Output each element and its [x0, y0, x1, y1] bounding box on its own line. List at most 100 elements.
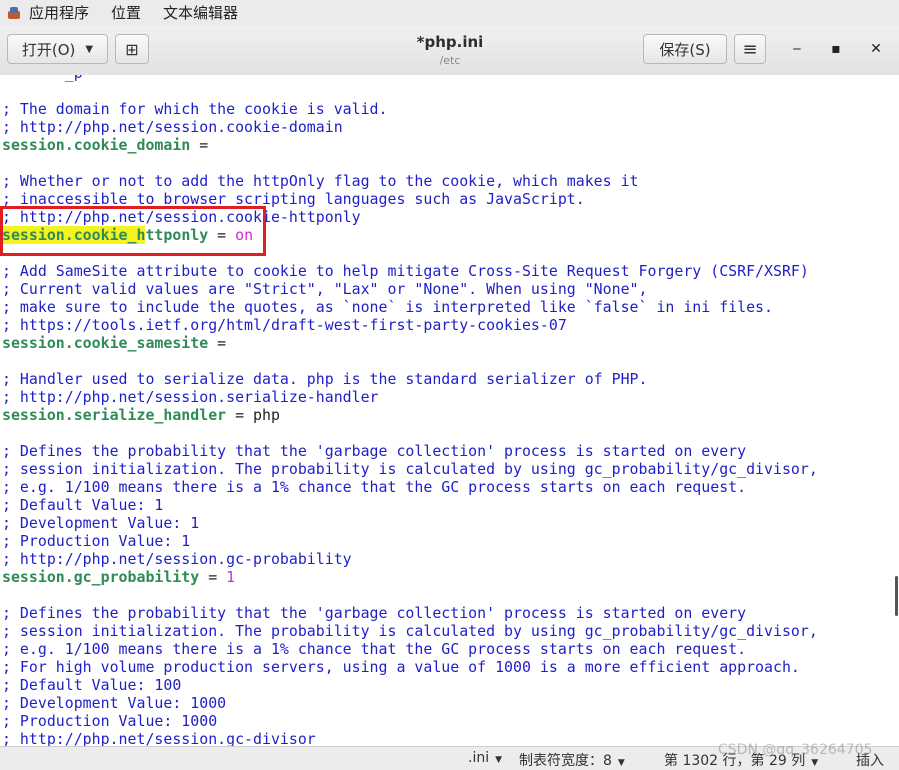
chevron-down-icon: ▼ [85, 43, 94, 55]
code-line: ; http://php.net/session.gc-probability [2, 550, 818, 568]
code-line: ; Production Value: 1000 [2, 712, 818, 730]
chevron-down-icon: ▼ [495, 755, 503, 765]
setting-equals: = [190, 136, 209, 154]
code-line: session.cookie_samesite = [2, 334, 818, 352]
text-editor-area[interactable]: _p ; The domain for which the cookie is … [0, 75, 899, 746]
save-button-label: 保存(S) [659, 40, 711, 59]
code-comment: ; http://php.net/session.serialize-handl… [2, 388, 379, 406]
code-content[interactable]: _p ; The domain for which the cookie is … [2, 75, 818, 746]
setting-key: session.gc_probability [2, 568, 200, 586]
code-line: ; Handler used to serialize data. php is… [2, 370, 818, 388]
code-line: ; For high volume production servers, us… [2, 658, 818, 676]
code-comment: ; Default Value: 100 [2, 676, 182, 694]
code-comment: ; session initialization. The probabilit… [2, 460, 818, 478]
menu-text-editor[interactable]: 文本编辑器 [163, 2, 238, 23]
code-comment: ; e.g. 1/100 means there is a 1% chance … [2, 478, 747, 496]
code-comment: ; Whether or not to add the httpOnly fla… [2, 172, 639, 190]
applications-icon[interactable] [7, 6, 21, 20]
code-line: ; http://php.net/session.gc-divisor [2, 730, 818, 746]
scrollbar[interactable] [895, 576, 898, 616]
setting-equals: = [208, 334, 227, 352]
code-comment: ; http://php.net/session.cookie-domain [2, 118, 343, 136]
hamburger-icon: ≡ [742, 38, 758, 60]
setting-equals: = [226, 406, 254, 424]
window-title-area: *php.ini /etc [300, 33, 600, 67]
code-comment: ; Default Value: 1 [2, 496, 164, 514]
code-comment: ; Add SameSite attribute to cookie to he… [2, 262, 809, 280]
close-icon[interactable]: ✕ [866, 39, 886, 59]
language-selector[interactable]: .ini ▼ [468, 750, 502, 766]
code-comment: ; Defines the probability that the 'garb… [2, 442, 747, 460]
code-comment: ; make sure to include the quotes, as `n… [2, 298, 773, 316]
chevron-down-icon: ▼ [811, 758, 819, 768]
code-comment: ; session initialization. The probabilit… [2, 622, 818, 640]
tab-width-selector[interactable]: 制表符宽度：8 ▼ [519, 750, 625, 770]
code-line: ; Development Value: 1 [2, 514, 818, 532]
code-line: ; Development Value: 1000 [2, 694, 818, 712]
code-line: ; session initialization. The probabilit… [2, 622, 818, 640]
annotation-highlight-box [0, 206, 266, 256]
code-line: _p [2, 75, 818, 82]
setting-equals: = [199, 568, 227, 586]
code-line: ; Production Value: 1 [2, 532, 818, 550]
code-comment: _p [2, 75, 83, 82]
code-comment: ; https://tools.ietf.org/html/draft-west… [2, 316, 567, 334]
code-comment: ; Current valid values are "Strict", "La… [2, 280, 648, 298]
minimize-icon[interactable]: ‒ [787, 39, 807, 59]
code-line: ; http://php.net/session.serialize-handl… [2, 388, 818, 406]
menu-applications[interactable]: 应用程序 [29, 2, 89, 23]
code-comment: ; http://php.net/session.gc-probability [2, 550, 352, 568]
hamburger-menu-button[interactable]: ≡ [734, 34, 766, 64]
code-line: ; https://tools.ietf.org/html/draft-west… [2, 316, 818, 334]
code-line: ; session initialization. The probabilit… [2, 460, 818, 478]
code-line: ; make sure to include the quotes, as `n… [2, 298, 818, 316]
code-line: session.gc_probability = 1 [2, 568, 818, 586]
code-comment: ; Production Value: 1000 [2, 712, 218, 730]
setting-value: 1 [226, 568, 236, 586]
code-comment: ; Handler used to serialize data. php is… [2, 370, 648, 388]
code-line: ; e.g. 1/100 means there is a 1% chance … [2, 478, 818, 496]
setting-key: session.cookie_samesite [2, 334, 209, 352]
header-bar: 打开(O) ▼ ⊞ *php.ini /etc 保存(S) ≡ ‒ ▪ ✕ [0, 25, 899, 76]
maximize-icon[interactable]: ▪ [826, 39, 846, 59]
document-title: *php.ini [416, 33, 484, 51]
code-line: ; Add SameSite attribute to cookie to he… [2, 262, 818, 280]
code-comment: ; The domain for which the cookie is val… [2, 100, 388, 118]
open-button[interactable]: 打开(O) ▼ [7, 34, 108, 64]
new-document-button[interactable]: ⊞ [115, 34, 149, 64]
language-label: .ini [468, 750, 490, 766]
code-line: session.cookie_domain = [2, 136, 818, 154]
code-comment: ; Defines the probability that the 'garb… [2, 604, 747, 622]
document-path: /etc [439, 54, 461, 67]
setting-key: session.serialize_handler [2, 406, 227, 424]
code-line: session.serialize_handler = php [2, 406, 818, 424]
code-line: ; http://php.net/session.cookie-domain [2, 118, 818, 136]
chevron-down-icon: ▼ [617, 758, 625, 768]
code-line: ; Defines the probability that the 'garb… [2, 604, 818, 622]
code-comment: ; Production Value: 1 [2, 532, 191, 550]
system-top-panel: 应用程序 位置 文本编辑器 [0, 0, 899, 26]
setting-key: session.cookie_domain [2, 136, 191, 154]
code-line: ; Defines the probability that the 'garb… [2, 442, 818, 460]
code-line: ; e.g. 1/100 means there is a 1% chance … [2, 640, 818, 658]
open-button-label: 打开(O) [21, 40, 76, 59]
code-line: ; Default Value: 100 [2, 676, 818, 694]
code-line: ; Current valid values are "Strict", "La… [2, 280, 818, 298]
tab-width-label: 制表符宽度：8 [519, 753, 612, 769]
save-button[interactable]: 保存(S) [643, 34, 727, 64]
code-line: ; Whether or not to add the httpOnly fla… [2, 172, 818, 190]
code-comment: ; Development Value: 1000 [2, 694, 227, 712]
code-comment: ; e.g. 1/100 means there is a 1% chance … [2, 640, 747, 658]
menu-places[interactable]: 位置 [111, 2, 141, 23]
watermark-text: CSDN @qq_36264705 [718, 742, 873, 758]
new-document-icon: ⊞ [125, 39, 139, 59]
setting-value: php [253, 406, 280, 424]
code-line: ; The domain for which the cookie is val… [2, 100, 818, 118]
code-comment: ; Development Value: 1 [2, 514, 200, 532]
code-line: ; Default Value: 1 [2, 496, 818, 514]
